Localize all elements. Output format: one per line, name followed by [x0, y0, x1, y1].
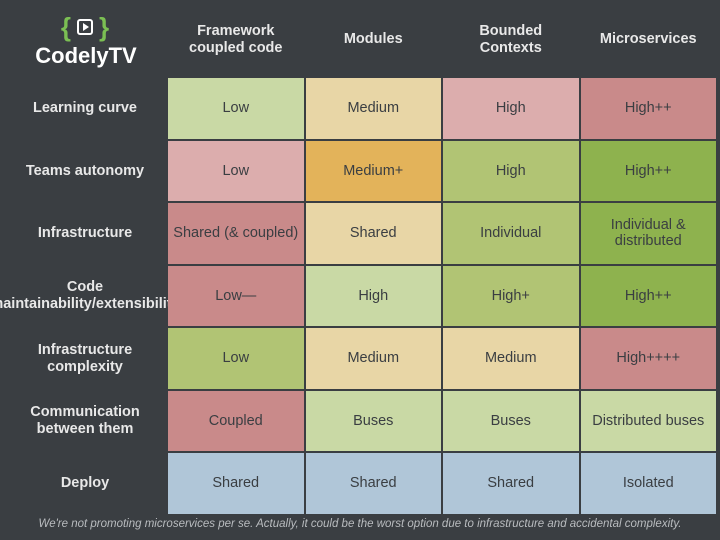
row-header-5: Communication between them — [4, 391, 166, 452]
cell-r6-c2: Shared — [443, 453, 579, 514]
col-header-3: Microservices — [581, 4, 717, 76]
cell-r3-c0: Low— — [168, 266, 304, 327]
cell-r2-c1: Shared — [306, 203, 442, 264]
cell-r6-c3: Isolated — [581, 453, 717, 514]
cell-r1-c2: High — [443, 141, 579, 202]
cell-r3-c2: High+ — [443, 266, 579, 327]
row-header-1: Teams autonomy — [4, 141, 166, 202]
cell-r5-c2: Buses — [443, 391, 579, 452]
row-header-4: Infrastructure complexity — [4, 328, 166, 389]
brand-logo: { } CodelyTV — [7, 12, 163, 69]
footer-note: We're not promoting microservices per se… — [4, 514, 716, 536]
comparison-grid: { } CodelyTV Framework coupled codeModul… — [4, 4, 716, 514]
cell-r2-c0: Shared (& coupled) — [168, 203, 304, 264]
cell-r5-c1: Buses — [306, 391, 442, 452]
brace-open-icon: { — [61, 12, 71, 43]
row-header-6: Deploy — [4, 453, 166, 514]
row-header-3: Code maintainability/extensibility — [4, 266, 166, 327]
cell-r2-c2: Individual — [443, 203, 579, 264]
cell-r5-c0: Coupled — [168, 391, 304, 452]
row-header-0: Learning curve — [4, 78, 166, 139]
cell-r3-c1: High — [306, 266, 442, 327]
slide: { } CodelyTV Framework coupled codeModul… — [0, 0, 720, 540]
col-header-0: Framework coupled code — [168, 4, 304, 76]
cell-r4-c2: Medium — [443, 328, 579, 389]
cell-r5-c3: Distributed buses — [581, 391, 717, 452]
cell-r1-c0: Low — [168, 141, 304, 202]
cell-r6-c0: Shared — [168, 453, 304, 514]
cell-r1-c3: High++ — [581, 141, 717, 202]
cell-r2-c3: Individual & distributed — [581, 203, 717, 264]
play-icon — [77, 19, 93, 35]
cell-r4-c1: Medium — [306, 328, 442, 389]
cell-r3-c3: High++ — [581, 266, 717, 327]
logo-cell: { } CodelyTV — [4, 4, 166, 76]
cell-r0-c0: Low — [168, 78, 304, 139]
cell-r0-c1: Medium — [306, 78, 442, 139]
col-header-1: Modules — [306, 4, 442, 76]
cell-r6-c1: Shared — [306, 453, 442, 514]
cell-r0-c2: High — [443, 78, 579, 139]
cell-r1-c1: Medium+ — [306, 141, 442, 202]
col-header-2: Bounded Contexts — [443, 4, 579, 76]
brace-close-icon: } — [99, 12, 109, 43]
cell-r4-c3: High++++ — [581, 328, 717, 389]
cell-r0-c3: High++ — [581, 78, 717, 139]
row-header-2: Infrastructure — [4, 203, 166, 264]
brand-name: CodelyTV — [9, 43, 163, 69]
cell-r4-c0: Low — [168, 328, 304, 389]
